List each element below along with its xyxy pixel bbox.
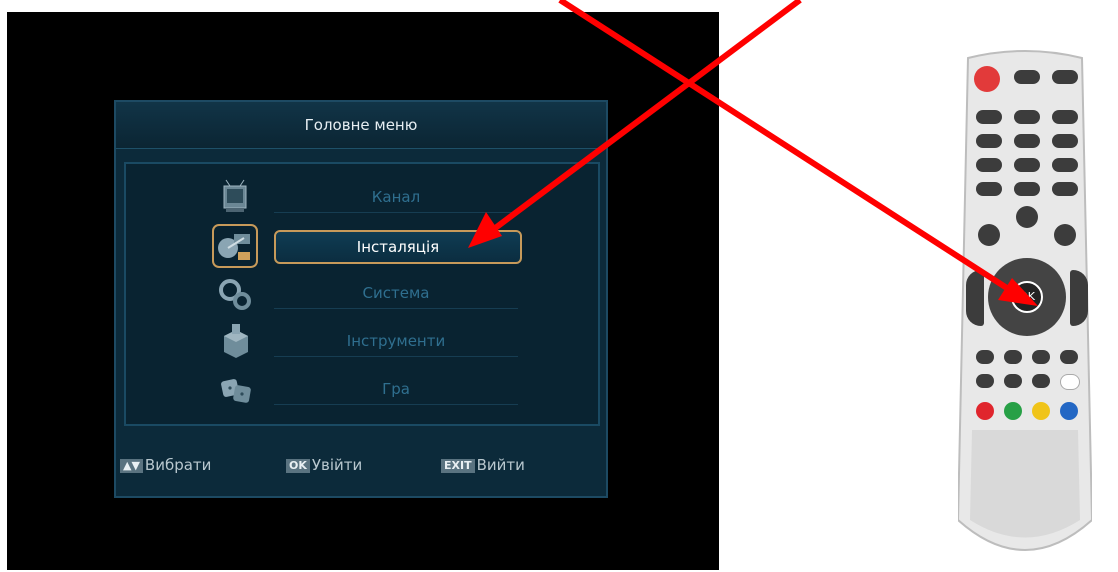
epg-button[interactable]: [1016, 206, 1038, 228]
sat-button[interactable]: [1004, 350, 1022, 364]
tvsat-button[interactable]: [1060, 350, 1078, 364]
key-2[interactable]: [1014, 110, 1040, 124]
key-3[interactable]: [1052, 110, 1078, 124]
exit-button[interactable]: [1054, 224, 1076, 246]
subtitle-button[interactable]: [1060, 374, 1080, 390]
key-4[interactable]: [976, 134, 1002, 148]
f2-button[interactable]: [1004, 374, 1022, 388]
key-hints: ▲▼ Вибрати OK Увійти EXIT Вийти: [116, 450, 606, 480]
vhf-button[interactable]: [1014, 70, 1040, 84]
arrow-keys-icon: ▲▼: [120, 458, 143, 473]
mute-button[interactable]: [1052, 70, 1078, 84]
menu-item-game[interactable]: Гра: [126, 366, 598, 412]
menu-item-label: Інструменти: [274, 326, 518, 357]
menu-item-tools[interactable]: Інструменти: [126, 318, 598, 364]
ok-key-icon: OK: [286, 458, 310, 473]
ok-button[interactable]: OK: [1011, 281, 1043, 313]
key-8[interactable]: [1014, 158, 1040, 172]
satellite-dish-icon: [212, 224, 258, 268]
main-menu-dialog: Головне меню Канал Інсталяція Система Ін…: [114, 100, 608, 498]
tv-icon: [223, 179, 247, 212]
key-0[interactable]: [1014, 182, 1040, 196]
pause-button[interactable]: [976, 182, 1002, 196]
menu-item-installation[interactable]: Інсталяція: [126, 222, 598, 268]
menu-item-label: Інсталяція: [274, 230, 522, 264]
exit-key-icon: EXIT: [441, 458, 475, 473]
menu-title: Головне меню: [116, 102, 606, 149]
menu-item-label: Гра: [274, 374, 518, 405]
help-button[interactable]: [1032, 374, 1050, 388]
key-5[interactable]: [1014, 134, 1040, 148]
f1-button[interactable]: [976, 374, 994, 388]
recall-button[interactable]: [1052, 182, 1078, 196]
gears-icon: [219, 279, 251, 310]
power-button[interactable]: [974, 66, 1000, 92]
tv-screen: Головне меню Канал Інсталяція Система Ін…: [7, 12, 719, 570]
volume-down-button[interactable]: [966, 270, 984, 326]
menu-item-channel[interactable]: Канал: [126, 174, 598, 220]
key-6[interactable]: [1052, 134, 1078, 148]
toolbox-icon: [224, 324, 248, 358]
key-7[interactable]: [976, 158, 1002, 172]
menu-item-system[interactable]: Система: [126, 270, 598, 316]
dice-icon: [221, 379, 251, 403]
menu-item-label: Канал: [274, 182, 518, 213]
remote-control: OK: [956, 50, 1094, 566]
menu-item-label: Система: [274, 278, 518, 309]
volume-up-button[interactable]: [1070, 270, 1088, 326]
key-9[interactable]: [1052, 158, 1078, 172]
fav-button[interactable]: [1032, 350, 1050, 364]
blue-button[interactable]: [1060, 402, 1078, 420]
key-1[interactable]: [976, 110, 1002, 124]
hint-select: ▲▼ Вибрати: [120, 456, 211, 474]
green-button[interactable]: [1004, 402, 1022, 420]
hint-exit: EXIT Вийти: [441, 456, 525, 474]
menu-button[interactable]: [978, 224, 1000, 246]
hint-ok: OK Увійти: [286, 456, 362, 474]
tv-radio-button[interactable]: [976, 350, 994, 364]
red-button[interactable]: [976, 402, 994, 420]
yellow-button[interactable]: [1032, 402, 1050, 420]
menu-list: Канал Інсталяція Система Інструменти Гра: [124, 162, 600, 426]
